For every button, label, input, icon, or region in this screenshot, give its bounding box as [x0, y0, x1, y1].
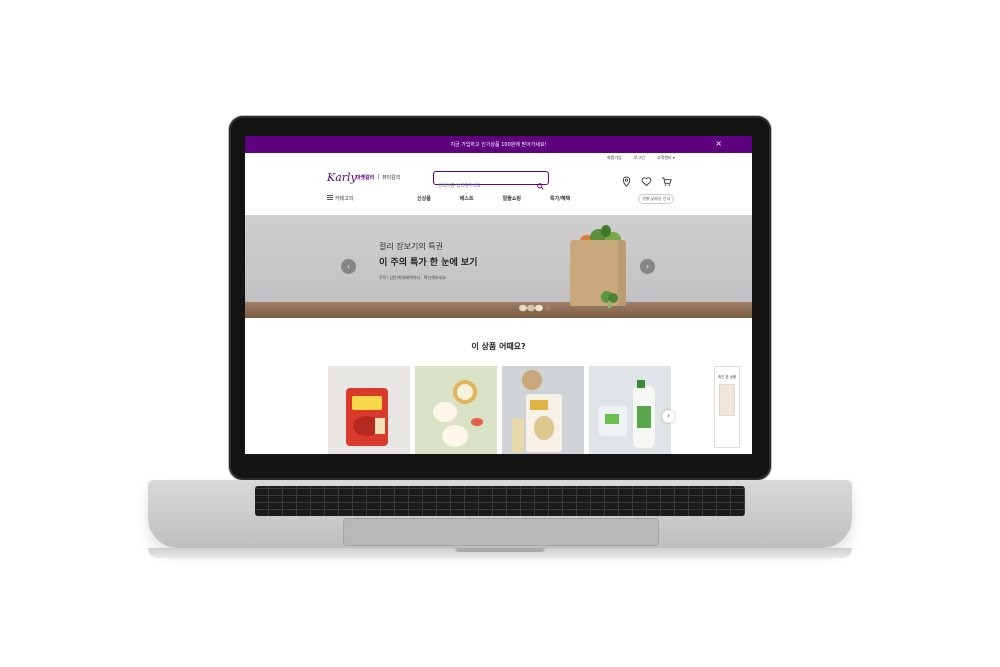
product-carousel [328, 366, 671, 454]
product-next-button[interactable]: › [662, 410, 675, 423]
product-image [346, 388, 388, 446]
logo-tabs: 마켓칼리 | 뷰티칼리 [356, 174, 401, 181]
product-card[interactable] [415, 366, 497, 454]
tab-beauty-kurly[interactable]: 뷰티칼리 [382, 174, 400, 181]
nav-item-best[interactable]: 베스트 [460, 195, 474, 202]
banner-prev-button[interactable]: ‹ [341, 259, 356, 274]
customer-center-link[interactable]: 고객센터 ▾ [657, 155, 675, 161]
search-input[interactable] [434, 181, 533, 192]
category-label: 카테고리 [335, 196, 354, 202]
eggs-image [517, 297, 557, 312]
banner-subtitle: 컬리 장보기의 특권 [379, 242, 443, 251]
product-card[interactable] [328, 366, 410, 454]
product-image [599, 380, 655, 448]
cart-icon[interactable] [661, 172, 672, 186]
broccoli-image [598, 289, 622, 309]
promo-bar[interactable]: 지금 가입하고 인기상품 100원에 받아가세요! × [245, 136, 752, 153]
delivery-info-button[interactable]: 샛별·낮배송 안내 [638, 194, 675, 204]
search-icon[interactable] [537, 175, 544, 194]
header-icons [621, 172, 672, 187]
global-nav: 카테고리 신상품 베스트 알뜰쇼핑 특가/혜택 샛별·낮배송 안내 [245, 193, 752, 207]
nav-item-saving[interactable]: 알뜰쇼핑 [503, 195, 521, 202]
laptop-notch [455, 548, 545, 552]
nav-item-deals[interactable]: 특가/혜택 [550, 195, 570, 202]
category-menu[interactable]: 카테고리 [327, 195, 353, 202]
laptop-keyboard [255, 486, 745, 516]
hero-banner[interactable]: 컬리 장보기의 특권 이 주의 특가 한 눈에 보기 주목! 심탄/최대혜택까지… [245, 215, 752, 318]
banner-next-button[interactable]: › [640, 259, 655, 274]
login-link[interactable]: 로그인 [634, 155, 645, 161]
banner-title: 이 주의 특가 한 눈에 보기 [379, 258, 478, 268]
close-icon[interactable]: × [715, 139, 722, 149]
location-icon[interactable] [621, 172, 632, 187]
product-card[interactable] [589, 366, 671, 454]
laptop-screen: 지금 가입하고 인기상품 100원에 받아가세요! × 회원가입 로그인 고객센… [245, 136, 752, 454]
recent-viewed-panel: 최근 본 상품 [714, 366, 740, 448]
user-utility-menu: 회원가입 로그인 고객센터 ▾ [607, 155, 675, 161]
hamburger-icon [327, 195, 333, 202]
search-box [433, 171, 549, 192]
product-image [512, 370, 562, 452]
recent-viewed-thumbnail[interactable] [719, 384, 735, 416]
product-card[interactable] [502, 366, 584, 454]
nav-item-new[interactable]: 신상품 [417, 195, 431, 202]
laptop-trackpad [343, 518, 659, 546]
wooden-table [245, 302, 752, 318]
product-image [433, 380, 483, 447]
main-menu: 신상품 베스트 알뜰쇼핑 특가/혜택 [417, 195, 570, 202]
signup-link[interactable]: 회원가입 [607, 155, 622, 161]
heart-icon[interactable] [641, 172, 652, 187]
tab-divider: | [377, 174, 380, 180]
banner-description: 주목! 심탄/최대혜택까지 · 확인해보세요 [379, 275, 446, 280]
promo-text: 지금 가입하고 인기상품 100원에 받아가세요! [450, 142, 547, 148]
recent-viewed-label: 최근 본 상품 [717, 375, 737, 379]
section-title: 이 상품 어때요? [471, 342, 526, 351]
logo[interactable]: Karly [327, 171, 357, 184]
tab-market-kurly[interactable]: 마켓칼리 [356, 174, 374, 181]
